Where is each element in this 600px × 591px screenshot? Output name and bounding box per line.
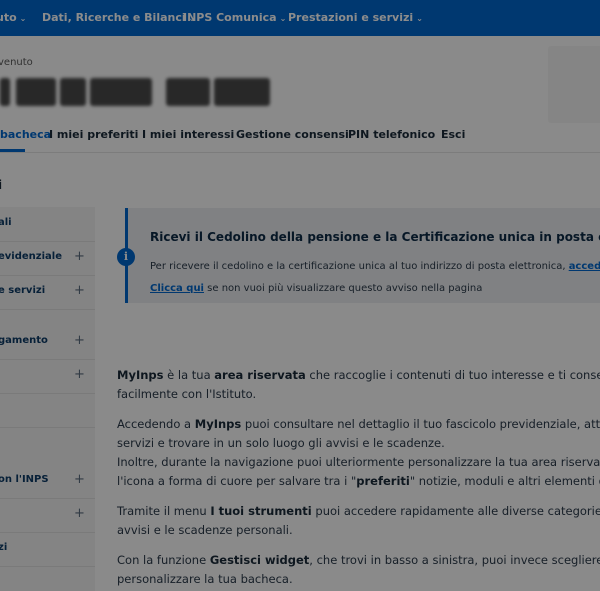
tab-esci[interactable]: Esci xyxy=(441,128,465,141)
sidebar-item-label: e servizi xyxy=(0,285,46,296)
text: puoi accedere rapidamente alle diverse c… xyxy=(311,504,600,518)
bold-text: Gestisci widget xyxy=(209,553,310,567)
nav-item-menu-1[interactable]: uto⌄ xyxy=(0,0,26,36)
paragraph: l'icona a forma di cuore per salvare tra… xyxy=(117,472,600,491)
tab-interessi[interactable]: I miei interessi xyxy=(142,128,234,141)
text: è la tua xyxy=(163,368,215,382)
bold-text: area riservata xyxy=(214,368,306,382)
text: " notizie, moduli e altri elementi di tu… xyxy=(409,474,600,488)
paragraph-line: personalizzare la tua bacheca. xyxy=(117,572,293,586)
tab-bacheca[interactable]: bacheca xyxy=(0,128,51,141)
welcome-label: venuto xyxy=(0,57,33,68)
notice-dismiss-text: Clicca qui se non vuoi più visualizzare … xyxy=(150,283,482,294)
nav-item-label: INPS Comunica xyxy=(183,11,277,24)
paragraph-line: facilmente con l'Istituto. xyxy=(117,387,257,401)
plus-icon[interactable]: + xyxy=(74,472,85,487)
sidebar-item-label: zi xyxy=(0,542,8,553)
nav-item-label: uto xyxy=(0,11,17,24)
sidebar-item[interactable]: ali xyxy=(0,207,95,242)
text: che raccoglie i contenuti di tuo interes… xyxy=(309,368,600,382)
paragraph: Con la funzione Gestisci widget, che tro… xyxy=(117,551,600,570)
notice-dismiss-body: se non vuoi più visualizzare questo avvi… xyxy=(203,283,483,294)
paragraph-line: servizi e trovare in un solo luogo gli a… xyxy=(117,436,445,450)
notice-text-body: Per ricevere il cedolino e la certificaz… xyxy=(150,261,569,272)
sidebar-item-label: on l'INPS xyxy=(0,474,49,485)
text: , che trovi in basso a sinistra, puoi in… xyxy=(309,553,600,567)
paragraph-line: Inoltre, durante la navigazione puoi ult… xyxy=(117,455,600,469)
page: uto⌄ Dati, Ricerche e Bilanci⌄ INPS Comu… xyxy=(0,0,600,591)
nav-item-dati-ricerche[interactable]: Dati, Ricerche e Bilanci ⌄ xyxy=(42,0,195,36)
chevron-down-icon: ⌄ xyxy=(279,14,287,23)
accedi-servizio-link[interactable]: accedi al servizio xyxy=(569,261,600,272)
sidebar-item[interactable]: gamento + xyxy=(0,325,95,360)
user-name-blurred xyxy=(0,78,272,106)
sidebar-item[interactable]: + xyxy=(0,498,95,533)
bold-text: MyInps xyxy=(117,368,164,382)
tab-gestione-consensi[interactable]: Gestione consensi xyxy=(236,128,349,141)
text: l'icona a forma di cuore per salvare tra… xyxy=(117,474,357,488)
bold-text: I tuoi strumenti xyxy=(210,504,312,518)
sidebar-item-label: evidenziale xyxy=(0,251,62,262)
sidebar-item[interactable] xyxy=(0,393,95,428)
tab-preferiti[interactable]: I miei preferiti xyxy=(49,128,138,141)
sidebar-item[interactable]: evidenziale + xyxy=(0,241,95,276)
sidebar-item[interactable]: zi xyxy=(0,532,95,567)
text: puoi consultare nel dettaglio il tuo fas… xyxy=(241,417,600,431)
text: Accedendo a xyxy=(117,417,195,431)
sidebar-item[interactable]: + xyxy=(0,359,95,394)
text: Tramite il menu xyxy=(117,504,211,518)
breadcrumb: i xyxy=(0,178,3,192)
paragraph: MyInps è la tua area riservata che racco… xyxy=(117,366,600,385)
active-tab-indicator xyxy=(0,149,25,152)
bold-text: MyInps xyxy=(194,417,242,431)
plus-icon[interactable]: + xyxy=(74,249,85,264)
top-navigation: uto⌄ Dati, Ricerche e Bilanci⌄ INPS Comu… xyxy=(0,0,600,36)
chevron-down-icon: ⌄ xyxy=(416,14,423,23)
paragraph-line: avvisi e le scadenze personali. xyxy=(117,523,293,537)
sidebar-menu: ali evidenziale + e servizi + gamento + + o… xyxy=(0,207,95,591)
chevron-down-icon: ⌄ xyxy=(19,14,27,23)
nav-item-inps-comunica[interactable]: INPS Comunica ⌄ xyxy=(183,0,286,36)
info-icon: i xyxy=(117,248,135,266)
sidebar-item[interactable]: on l'INPS + xyxy=(0,464,95,499)
nav-item-label: Prestazioni e servizi xyxy=(288,11,414,24)
text: Con la funzione xyxy=(117,553,210,567)
nav-item-prestazioni[interactable]: Prestazioni e servizi ⌄ xyxy=(288,0,423,36)
tab-pin-telefonico[interactable]: PIN telefonico xyxy=(348,128,435,141)
notice-text: Per ricevere il cedolino e la certificaz… xyxy=(150,261,600,272)
sidebar-item[interactable]: e servizi + xyxy=(0,275,95,310)
email-notice-banner: i Ricevi il Cedolino della pensione e la… xyxy=(117,208,600,303)
tab-bar: bacheca I miei preferiti I miei interess… xyxy=(0,122,600,153)
paragraph: Tramite il menu I tuoi strumenti puoi ac… xyxy=(117,502,600,521)
sidebar-item-label: ali xyxy=(0,217,12,228)
clicca-qui-link[interactable]: Clicca qui xyxy=(150,283,204,294)
bold-text: preferiti xyxy=(356,474,410,488)
sidebar-item-label: gamento xyxy=(0,335,48,346)
side-panel-card xyxy=(548,46,600,123)
plus-icon[interactable]: + xyxy=(74,283,85,298)
plus-icon[interactable]: + xyxy=(74,506,85,521)
notice-title: Ricevi il Cedolino della pensione e la C… xyxy=(150,230,600,244)
nav-item-label: Dati, Ricerche e Bilanci xyxy=(42,11,186,24)
paragraph: Accedendo a MyInps puoi consultare nel d… xyxy=(117,415,600,434)
plus-icon[interactable]: + xyxy=(74,333,85,348)
plus-icon[interactable]: + xyxy=(74,367,85,382)
